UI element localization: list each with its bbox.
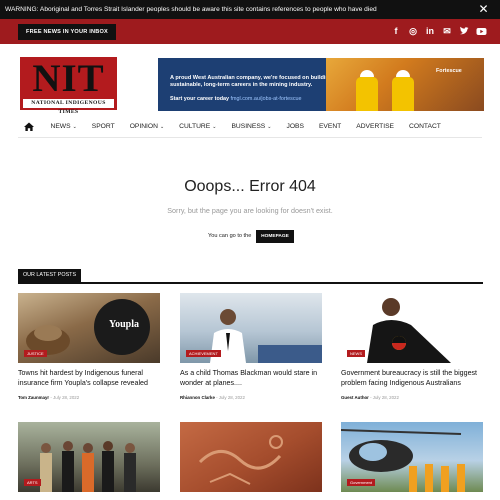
hard-hat-icon <box>396 70 410 77</box>
twitter-icon[interactable] <box>459 25 469 38</box>
worker-figure <box>392 77 414 111</box>
banner-cta-prefix: Start your career today <box>170 96 231 102</box>
nav-label: CULTURE <box>179 123 211 130</box>
worker-figure <box>356 77 378 111</box>
logo-subtitle: NATIONAL INDIGENOUS TIMES <box>23 99 114 115</box>
nav-item-business[interactable]: BUSINESS ⌄ <box>224 117 279 137</box>
main-nav: NEWS ⌄ SPORT OPINION ⌄ CULTURE ⌄ BUSINESS ⌄ … <box>18 117 482 137</box>
email-icon[interactable]: ✉ <box>442 25 452 38</box>
post-card[interactable]: Youpla JUSTICE Towns hit hardest by Indi… <box>18 293 160 403</box>
site-logo[interactable]: NIT NATIONAL INDIGENOUS TIMES <box>20 57 117 115</box>
post-card[interactable]: ARTS <box>18 422 160 500</box>
free-news-inbox-button[interactable]: FREE NEWS IN YOUR INBOX <box>18 24 116 40</box>
category-badge[interactable]: JUSTICE <box>24 350 47 357</box>
homepage-button[interactable]: HOMEPAGE <box>256 230 294 243</box>
fortescue-banner-ad[interactable]: A proud West Australian company, we're f… <box>158 58 484 111</box>
nav-item-advertise[interactable]: ADVERTISE <box>349 117 402 137</box>
nav-label: SPORT <box>91 123 115 130</box>
chevron-down-icon: ⌄ <box>212 124 217 130</box>
chevron-down-icon: ⌄ <box>267 124 272 130</box>
nav-item-culture[interactable]: CULTURE ⌄ <box>172 117 224 137</box>
post-thumbnail[interactable]: Government <box>341 422 483 492</box>
post-author[interactable]: Guest Author <box>341 395 369 400</box>
post-card[interactable]: Government <box>341 422 483 500</box>
nav-label: NEWS <box>50 123 71 130</box>
nav-label: JOBS <box>286 123 304 130</box>
goto-text: You can go to the <box>208 233 252 239</box>
post-card[interactable]: ACHIEVEMENT As a child Thomas Blackman w… <box>180 293 322 403</box>
banner-brand: Fortescue <box>436 68 462 74</box>
post-meta: Rhiannon Clarke - July 28, 2022 <box>180 395 245 400</box>
post-author[interactable]: Rhiannon Clarke <box>180 395 215 400</box>
nav-label: ADVERTISE <box>356 123 395 130</box>
chevron-down-icon: ⌄ <box>72 124 77 130</box>
top-bar: FREE NEWS IN YOUR INBOX f ◎ in ✉ <box>0 19 500 44</box>
logo-letters: NIT <box>32 57 105 100</box>
latest-posts-heading: OUR LATEST POSTS <box>18 269 81 282</box>
rock-art-photo <box>198 435 283 485</box>
nav-item-event[interactable]: EVENT <box>311 117 348 137</box>
chevron-down-icon: ⌄ <box>159 124 165 130</box>
post-title[interactable]: As a child Thomas Blackman would stare i… <box>180 369 322 388</box>
nav-item-jobs[interactable]: JOBS <box>279 117 311 137</box>
linkedin-icon[interactable]: in <box>425 25 435 38</box>
post-card[interactable] <box>180 422 322 500</box>
category-badge[interactable]: NEWS <box>347 350 365 357</box>
category-badge[interactable]: Government <box>347 479 376 486</box>
nav-item-opinion[interactable]: OPINION ⌄ <box>122 117 171 137</box>
category-badge[interactable]: ARTS <box>24 479 41 486</box>
banner-photo: Fortescue <box>326 58 484 111</box>
youtube-icon[interactable] <box>476 25 487 38</box>
nav-label: OPINION <box>129 123 158 130</box>
warning-bar: WARNING: Aboriginal and Torres Strait Is… <box>0 0 500 19</box>
banner-cta: Start your career today fmgl.com.au/jobs… <box>170 96 340 103</box>
warning-text: WARNING: Aboriginal and Torres Strait Is… <box>5 6 377 13</box>
close-icon[interactable]: ✕ <box>477 3 490 16</box>
post-thumbnail[interactable]: ARTS <box>18 422 160 492</box>
nav-label: CONTACT <box>409 123 441 130</box>
error-subtitle: Sorry, but the page you are looking for … <box>167 206 333 215</box>
goto-home-row: You can go to the HOMEPAGE <box>208 230 298 243</box>
nav-item-sport[interactable]: SPORT <box>84 117 122 137</box>
post-thumbnail[interactable]: ACHIEVEMENT <box>180 293 322 363</box>
post-meta: Tom Zaunmayr - July 28, 2022 <box>18 395 80 400</box>
post-card[interactable]: NEWS Government bureaucracy is still the… <box>341 293 483 403</box>
category-badge[interactable]: ACHIEVEMENT <box>186 350 221 357</box>
post-date: July 28, 2022 <box>218 395 245 400</box>
post-thumbnail[interactable] <box>180 422 322 492</box>
nav-divider <box>18 137 482 138</box>
post-date: July 28, 2022 <box>372 395 399 400</box>
post-title[interactable]: Towns hit hardest by Indigenous funeral … <box>18 369 160 388</box>
instagram-icon[interactable]: ◎ <box>408 25 418 38</box>
nav-label: BUSINESS <box>231 123 266 130</box>
post-date: July 28, 2022 <box>53 395 80 400</box>
nav-item-news[interactable]: NEWS ⌄ <box>43 117 84 137</box>
nav-item-contact[interactable]: CONTACT <box>402 117 449 137</box>
error-title: Ooops... Error 404 <box>184 178 316 195</box>
post-thumbnail[interactable]: Youpla JUSTICE <box>18 293 160 363</box>
post-title[interactable]: Government bureaucracy is still the bigg… <box>341 369 483 388</box>
facebook-icon[interactable]: f <box>391 25 401 38</box>
latest-posts-divider <box>18 282 483 284</box>
social-links: f ◎ in ✉ <box>391 25 487 38</box>
post-author[interactable]: Tom Zaunmayr <box>18 395 49 400</box>
banner-headline: A proud West Australian company, we're f… <box>170 75 333 88</box>
banner-cta-url: fmgl.com.au/jobs-at-fortescue <box>230 96 302 102</box>
home-icon[interactable] <box>23 117 35 137</box>
hard-hat-icon <box>360 70 374 77</box>
post-thumbnail[interactable]: NEWS <box>341 293 483 363</box>
post-meta: Guest Author - July 28, 2022 <box>341 395 399 400</box>
youpla-logo-text: Youpla <box>108 319 139 330</box>
nav-label: EVENT <box>318 123 342 130</box>
